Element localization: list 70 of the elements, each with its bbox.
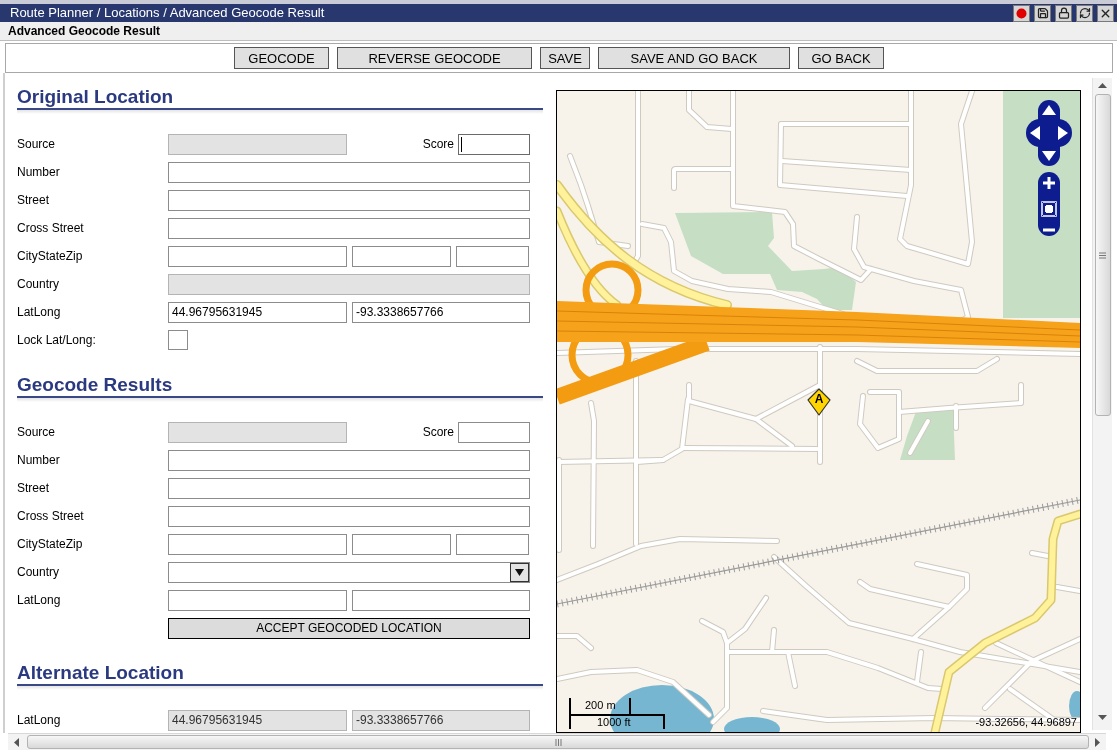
scroll-left-arrow-icon[interactable] <box>14 737 19 747</box>
field-label: Source <box>17 424 57 441</box>
toolbar-button[interactable]: GO BACK <box>798 47 884 69</box>
field-label: Street <box>17 192 50 209</box>
map-marker[interactable]: A <box>807 388 831 416</box>
scrollbar-thumb[interactable] <box>27 735 1089 749</box>
page-header: Advanced Geocode Result <box>0 22 1117 41</box>
field-label: Number <box>17 452 61 469</box>
text-cursor-icon <box>461 136 462 152</box>
field-label: LatLong <box>17 712 62 729</box>
zip-field[interactable] <box>456 533 529 555</box>
zoom-in-icon[interactable] <box>1042 176 1056 190</box>
horizontal-scrollbar[interactable] <box>8 733 1106 750</box>
field-label: LatLong <box>17 304 62 321</box>
longitude-field[interactable] <box>352 589 530 611</box>
map-view[interactable]: A 200 m 1000 ft -93.32656, 44.96897 <box>556 90 1081 733</box>
refresh-icon[interactable] <box>1076 4 1093 22</box>
input-field[interactable] <box>168 449 530 471</box>
zoom-out-icon[interactable] <box>1042 228 1056 232</box>
city-field[interactable] <box>168 533 347 555</box>
field-label: Score <box>422 136 454 153</box>
field-label: CityStateZip <box>17 536 84 553</box>
latitude-field[interactable]: 44.96795631945 <box>168 301 347 323</box>
accept-button[interactable]: ACCEPT GEOCODED LOCATION <box>168 617 530 639</box>
field-label: Cross Street <box>17 220 85 237</box>
scroll-up-arrow-icon[interactable] <box>1098 83 1107 88</box>
lock-icon[interactable] <box>1055 4 1072 22</box>
field-label: CityStateZip <box>17 248 84 265</box>
toolbar-button[interactable]: REVERSE GEOCODE <box>337 47 532 69</box>
field-label: Number <box>17 164 61 181</box>
field-label: Lock Lat/Long: <box>17 332 97 349</box>
toolbar-button[interactable]: GEOCODE <box>234 47 329 69</box>
input-field[interactable] <box>168 217 530 239</box>
field-label: Country <box>17 276 61 293</box>
grip-icon <box>1099 251 1106 259</box>
scroll-down-arrow-icon[interactable] <box>1098 715 1107 720</box>
map-coordinates: -93.32656, 44.96897 <box>975 716 1077 729</box>
window-title: Route Planner / Locations / Advanced Geocode Result <box>10 5 325 21</box>
input-field[interactable] <box>168 505 530 527</box>
record-icon[interactable] <box>1013 4 1030 22</box>
input-field[interactable] <box>168 161 530 183</box>
state-field[interactable] <box>352 245 451 267</box>
pan-control-icon[interactable] <box>1026 100 1072 166</box>
toolbar-button[interactable]: SAVE <box>540 47 590 69</box>
close-icon[interactable] <box>1097 4 1114 22</box>
field-label: LatLong <box>17 592 62 609</box>
scrollbar-thumb[interactable] <box>1094 94 1111 416</box>
field-label: Street <box>17 480 50 497</box>
zoom-to-extent-icon[interactable] <box>1041 201 1057 217</box>
imperial-scale: 1000 ft <box>569 714 665 729</box>
field-label: Country <box>17 564 61 581</box>
save-icon[interactable] <box>1034 4 1051 22</box>
input-field[interactable] <box>168 189 530 211</box>
field-label: Score <box>422 424 454 441</box>
score-field[interactable] <box>458 133 530 155</box>
vertical-scrollbar[interactable] <box>1092 78 1112 730</box>
input-field[interactable] <box>168 477 530 499</box>
grip-icon <box>554 738 562 746</box>
city-field[interactable] <box>168 245 347 267</box>
field-label: Source <box>17 136 57 153</box>
field-label: Cross Street <box>17 508 85 525</box>
metric-scale: 200 m <box>569 698 631 714</box>
longitude-field[interactable]: -93.3338657766 <box>352 301 530 323</box>
lock-checkbox[interactable] <box>168 330 188 350</box>
scroll-right-arrow-icon[interactable] <box>1095 737 1100 747</box>
toolbar-button[interactable]: SAVE AND GO BACK <box>598 47 790 69</box>
state-field[interactable] <box>352 533 451 555</box>
latitude-field[interactable] <box>168 589 347 611</box>
zip-field[interactable] <box>456 245 529 267</box>
score-field[interactable] <box>458 421 530 443</box>
